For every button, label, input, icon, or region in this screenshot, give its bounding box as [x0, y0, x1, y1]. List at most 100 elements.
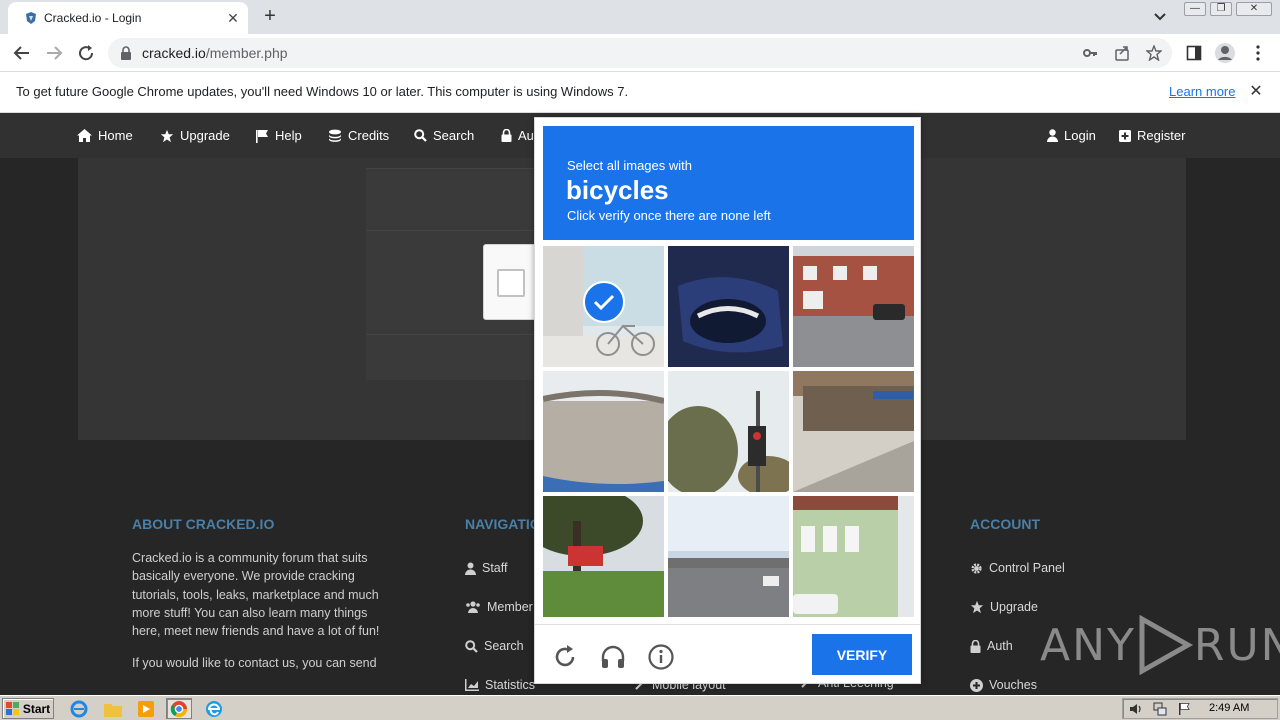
profile-button[interactable] [1212, 40, 1238, 66]
network-icon[interactable] [1153, 702, 1167, 716]
nav-search[interactable]: Search [414, 128, 474, 143]
share-icon[interactable] [1112, 43, 1132, 63]
nav-home[interactable]: Home [77, 128, 133, 143]
taskbar-edge[interactable] [201, 698, 227, 719]
edge-icon [206, 700, 222, 717]
captcha-challenge: Select all images with bicycles Click ve… [534, 117, 921, 684]
nav-upgrade[interactable]: Upgrade [160, 128, 230, 143]
footer-link-vouches[interactable]: Vouches [970, 678, 1037, 692]
browser-tab[interactable]: Cracked.io - Login ✕ [8, 2, 248, 34]
captcha-checkbox[interactable] [497, 269, 525, 297]
nav-help[interactable]: Help [255, 128, 302, 143]
anyrun-watermark: ANY RUN [1040, 615, 1280, 675]
gear-icon [971, 562, 982, 574]
password-key-icon[interactable] [1080, 43, 1100, 63]
restore-window-button[interactable]: ❐ [1210, 2, 1232, 16]
footer-nav-title: NAVIGATIO [465, 516, 541, 532]
back-button[interactable] [9, 40, 35, 66]
new-tab-button[interactable]: + [258, 5, 282, 29]
footer-link-auth[interactable]: Auth [970, 639, 1013, 653]
tab-close-icon[interactable]: ✕ [224, 9, 242, 27]
footer-link-search[interactable]: Search [465, 639, 524, 653]
captcha-tile-9[interactable] [793, 496, 914, 617]
folder-icon [104, 703, 122, 717]
captcha-prompt: Select all images with bicycles Click ve… [543, 126, 914, 240]
footer-link-upgrade[interactable]: Upgrade [970, 600, 1038, 614]
tile-image-house-street [793, 246, 914, 367]
captcha-footer: VERIFY [535, 624, 920, 683]
nav-upgrade-label: Upgrade [180, 128, 230, 143]
coins-icon [329, 129, 341, 142]
captcha-tile-3[interactable] [793, 246, 914, 367]
tab-search-chevron-icon[interactable] [1150, 8, 1170, 26]
infobar-close-icon[interactable]: ✕ [1246, 82, 1266, 102]
taskbar-explorer[interactable] [100, 698, 126, 719]
captcha-tile-4[interactable] [543, 371, 664, 492]
volume-icon[interactable] [1129, 702, 1143, 716]
nav-credits[interactable]: Credits [328, 128, 389, 143]
star-icon [970, 600, 984, 614]
verify-button[interactable]: VERIFY [812, 634, 912, 675]
footer-link-label: Upgrade [990, 600, 1038, 614]
nav-login[interactable]: Login [1047, 128, 1096, 143]
tile-image-green-house [793, 496, 914, 617]
footer-link-staff[interactable]: Staff [465, 561, 507, 575]
reload-button[interactable] [73, 40, 99, 66]
minimize-window-button[interactable]: — [1184, 2, 1206, 16]
taskbar-ie[interactable] [66, 698, 92, 719]
captcha-prompt-pre: Select all images with [567, 158, 692, 173]
close-window-button[interactable]: ✕ [1236, 2, 1272, 16]
infobar-message: To get future Google Chrome updates, you… [16, 84, 629, 99]
avatar-icon [1215, 43, 1235, 63]
back-arrow-icon [13, 46, 29, 60]
play-logo-icon [1139, 615, 1193, 675]
site-favicon-icon [26, 12, 36, 24]
info-icon [648, 644, 674, 670]
refresh-icon [555, 645, 575, 667]
nav-auth[interactable]: Au [501, 128, 534, 143]
refresh-button[interactable] [551, 643, 579, 671]
captcha-tile-6[interactable] [793, 371, 914, 492]
nav-home-label: Home [98, 128, 133, 143]
tile-selected-check-icon [583, 281, 625, 323]
captcha-tile-1[interactable] [543, 246, 664, 367]
captcha-tile-8[interactable] [668, 496, 789, 617]
home-icon [77, 129, 92, 142]
nav-register[interactable]: Register [1119, 128, 1185, 143]
lock-icon [501, 129, 512, 142]
action-center-flag-icon[interactable] [1177, 702, 1191, 716]
learn-more-link[interactable]: Learn more [1169, 84, 1235, 99]
bookmark-star-icon[interactable] [1144, 43, 1164, 63]
footer-about: ABOUT CRACKED.IO Cracked.io is a communi… [132, 516, 388, 673]
lock-icon [121, 46, 131, 60]
captcha-tile-2[interactable] [668, 246, 789, 367]
footer-link-members[interactable]: Member [465, 600, 533, 614]
staff-icon [465, 562, 476, 575]
footer-link-label: Vouches [989, 678, 1037, 692]
taskbar-media[interactable] [133, 698, 159, 719]
tile-image-road [543, 371, 664, 492]
start-label: Start [22, 701, 51, 716]
windows-logo-icon [5, 702, 19, 715]
footer-link-control-panel[interactable]: Control Panel [970, 561, 1065, 575]
captcha-tile-7[interactable] [543, 496, 664, 617]
menu-button[interactable] [1245, 40, 1271, 66]
footer-link-statistics[interactable]: Statistics [465, 678, 535, 692]
forward-button[interactable] [41, 40, 67, 66]
footer-link-label: Control Panel [989, 561, 1065, 575]
info-button[interactable] [647, 643, 675, 671]
taskbar-chrome[interactable] [166, 698, 192, 719]
start-button[interactable]: Start [2, 698, 54, 719]
address-bar[interactable]: cracked.io/member.php [108, 38, 1172, 68]
tab-strip: Cracked.io - Login ✕ + — ❐ ✕ [0, 0, 1280, 34]
headphones-icon [601, 645, 625, 668]
chart-icon [465, 679, 479, 691]
captcha-tile-5[interactable] [668, 371, 789, 492]
nav-search-label: Search [433, 128, 475, 143]
nav-auth-label: Au [518, 128, 534, 143]
audio-challenge-button[interactable] [599, 643, 627, 671]
nav-register-label: Register [1137, 128, 1186, 143]
kebab-menu-icon [1256, 45, 1260, 61]
forward-arrow-icon [47, 46, 63, 60]
side-panel-button[interactable] [1181, 40, 1207, 66]
